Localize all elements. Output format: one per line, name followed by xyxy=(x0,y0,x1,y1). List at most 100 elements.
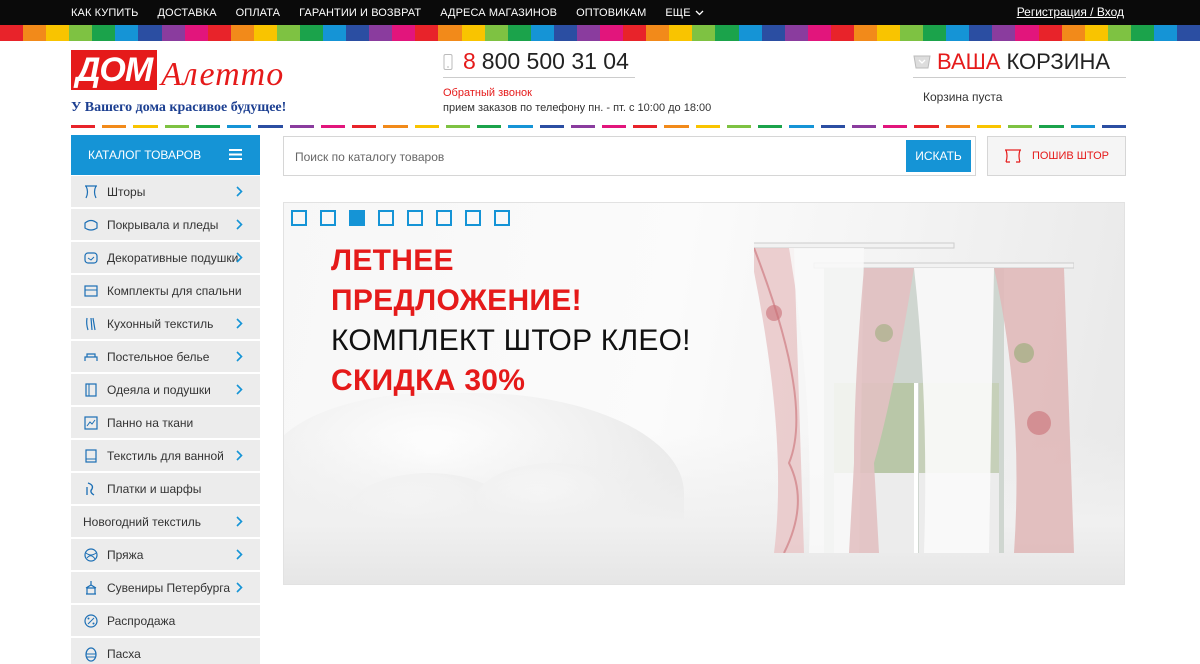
catalog-item[interactable]: Сувениры Петербурга xyxy=(71,572,260,603)
catalog-header[interactable]: КАТАЛОГ ТОВАРОВ xyxy=(71,135,260,175)
site-logo[interactable]: ДОМ Алетто У Вашего дома красивое будуще… xyxy=(71,48,311,123)
catalog-item[interactable]: Текстиль для ванной xyxy=(71,440,260,471)
rainbow-segment xyxy=(392,25,416,41)
cart-title[interactable]: ВАША КОРЗИНА xyxy=(913,46,1126,78)
divider-segment xyxy=(726,125,752,128)
divider-segment xyxy=(1008,125,1033,128)
curtain-icon xyxy=(82,183,100,201)
slider-dot[interactable] xyxy=(465,210,481,226)
catalog-item[interactable]: Панно на ткани xyxy=(71,407,260,438)
nav-wholesale[interactable]: ОПТОВИКАМ xyxy=(576,7,646,19)
kitchen-icon xyxy=(82,315,100,333)
divider-segment xyxy=(1070,125,1095,128)
nav-how-to-buy[interactable]: КАК КУПИТЬ xyxy=(71,7,138,19)
search-button[interactable]: ИСКАТЬ xyxy=(906,140,971,172)
curtains-image xyxy=(754,242,1074,553)
nav-store-addresses[interactable]: АДРЕСА МАГАЗИНОВ xyxy=(440,7,557,19)
divider-segment xyxy=(71,125,96,128)
catalog-item-label: Платки и шарфы xyxy=(107,481,202,496)
chevron-right-icon xyxy=(236,252,243,263)
catalog-item[interactable]: Комплекты для спальни xyxy=(71,275,260,306)
rainbow-segment xyxy=(784,25,808,41)
divider-segment xyxy=(1039,125,1064,128)
catalog-item[interactable]: Кухонный текстиль xyxy=(71,308,260,339)
rainbow-segment xyxy=(230,25,254,41)
banner-line-2: ПРЕДЛОЖЕНИЕ! xyxy=(331,284,582,317)
slider-dot[interactable] xyxy=(291,210,307,226)
search-bar: Поиск по каталогу товаров ИСКАТЬ xyxy=(283,136,976,176)
chevron-right-icon xyxy=(236,351,243,362)
search-input[interactable]: Поиск по каталогу товаров xyxy=(295,150,444,164)
nav-payment[interactable]: ОПЛАТА xyxy=(236,7,280,19)
divider-segment xyxy=(883,125,908,128)
divider-segment xyxy=(258,125,283,128)
divider-segment xyxy=(320,125,346,128)
catalog-item[interactable]: Декоративные подушки xyxy=(71,242,260,273)
rainbow-segment xyxy=(830,25,854,41)
divider-segment xyxy=(945,125,970,128)
rainbow-segment xyxy=(138,25,162,41)
rainbow-segment xyxy=(715,25,739,41)
login-register-link[interactable]: Регистрация / Вход xyxy=(1017,5,1124,19)
tailoring-label: ПОШИВ ШТОР xyxy=(1031,150,1110,162)
catalog-item-label: Декоративные подушки xyxy=(107,250,239,265)
rainbow-segment xyxy=(1107,25,1131,41)
slider-dot[interactable] xyxy=(436,210,452,226)
phone-number[interactable]: 8 800 500 31 04 xyxy=(443,46,635,78)
rainbow-segment xyxy=(1130,25,1154,41)
catalog-item-label: Сувениры Петербурга xyxy=(107,580,231,595)
promo-banner[interactable]: ЛЕТНЕЕ ПРЕДЛОЖЕНИЕ! КОМПЛЕКТ ШТОР КЛЕО! … xyxy=(283,202,1125,585)
slider-dot[interactable] xyxy=(407,210,423,226)
duvet-icon xyxy=(82,381,100,399)
slider-dot[interactable] xyxy=(494,210,510,226)
catalog-item[interactable]: Платки и шарфы xyxy=(71,473,260,504)
rainbow-segment xyxy=(1176,25,1200,41)
cart-status: Корзина пуста xyxy=(923,90,1003,104)
divider-segment xyxy=(133,125,158,128)
slider-dot[interactable] xyxy=(320,210,336,226)
rainbow-segment xyxy=(115,25,139,41)
catalog-item[interactable]: Пряжа xyxy=(71,539,260,570)
curtain-sewing-icon xyxy=(1004,149,1021,163)
cart-title-red: ВАША xyxy=(937,48,1001,74)
rainbow-segment xyxy=(738,25,762,41)
nav-guarantee[interactable]: ГАРАНТИИ И ВОЗВРАТ xyxy=(299,7,421,19)
rainbow-segment xyxy=(323,25,347,41)
rainbow-segment xyxy=(23,25,47,41)
catalog-item[interactable]: Постельное белье xyxy=(71,341,260,372)
rainbow-segment xyxy=(184,25,208,41)
cart-block[interactable]: ВАША КОРЗИНА Корзина пуста xyxy=(913,46,1126,104)
divider-segment xyxy=(633,125,658,128)
catalog-item-label: Постельное белье xyxy=(107,349,210,364)
catalog-item[interactable]: Новогодний текстиль xyxy=(71,506,260,537)
catalog-item[interactable]: Покрывала и пледы xyxy=(71,209,260,240)
chevron-down-icon xyxy=(695,10,704,15)
nav-more[interactable]: ЕЩЕ xyxy=(665,7,704,19)
divider-segment xyxy=(758,125,783,128)
catalog-item[interactable]: Одеяла и подушки xyxy=(71,374,260,405)
tailoring-button[interactable]: ПОШИВ ШТОР xyxy=(987,136,1126,176)
divider-segment xyxy=(695,125,720,128)
catalog-item-label: Одеяла и подушки xyxy=(107,382,211,397)
catalog-item[interactable]: Пасха xyxy=(71,638,260,664)
divider-segment xyxy=(352,125,377,128)
divider-segment xyxy=(570,125,595,128)
catalog-item-label: Шторы xyxy=(107,184,146,199)
divider-segment xyxy=(914,125,939,128)
chevron-right-icon xyxy=(236,582,243,593)
chevron-right-icon xyxy=(236,186,243,197)
catalog-item[interactable]: Шторы xyxy=(71,176,260,207)
contact-block: 8 800 500 31 04 Обратный звонок прием за… xyxy=(443,46,711,114)
divider-segment xyxy=(289,125,314,128)
nav-delivery[interactable]: ДОСТАВКА xyxy=(157,7,216,19)
rainbow-segment xyxy=(46,25,70,41)
slider-dot[interactable] xyxy=(378,210,394,226)
slider-dot[interactable] xyxy=(349,210,365,226)
rainbow-segment xyxy=(507,25,531,41)
phone-code: 8 xyxy=(463,48,476,74)
catalog-item[interactable]: Распродажа xyxy=(71,605,260,636)
catalog-item-label: Распродажа xyxy=(107,613,176,628)
banner-line-3: КОМПЛЕКТ ШТОР КЛЕО! xyxy=(331,324,691,357)
callback-link[interactable]: Обратный звонок xyxy=(443,87,635,99)
rainbow-segment xyxy=(415,25,439,41)
